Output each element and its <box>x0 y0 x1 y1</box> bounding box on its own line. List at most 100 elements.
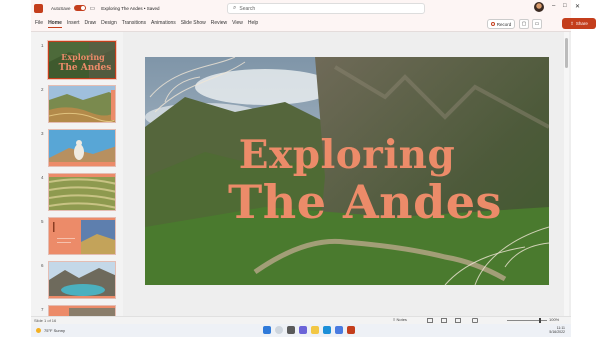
tab-view[interactable]: View <box>232 20 243 28</box>
chat-icon[interactable] <box>299 326 307 334</box>
slide-thumbnail-2[interactable] <box>48 85 116 123</box>
tab-animations[interactable]: Animations <box>151 20 176 28</box>
weather-widget[interactable]: 75°F Sunny <box>36 328 65 333</box>
user-avatar[interactable] <box>534 2 544 12</box>
slide-thumbnail-4[interactable] <box>48 173 116 211</box>
share-icon: ⇪ <box>570 20 574 26</box>
edge-icon[interactable] <box>323 326 331 334</box>
store-icon[interactable] <box>335 326 343 334</box>
slide-6-preview <box>49 262 115 298</box>
thumbnail-row: 3 <box>31 129 123 170</box>
thumbnail-row: 6 <box>31 261 123 302</box>
record-label: Record <box>496 21 512 27</box>
clock-date: 5/16/2022 <box>549 330 565 334</box>
slide-number: 6 <box>41 263 44 268</box>
share-button[interactable]: ⇪ Share <box>562 18 596 29</box>
slide-number: 3 <box>41 131 44 136</box>
normal-view-icon[interactable] <box>427 318 433 323</box>
thumbnail-row: 2 <box>31 85 123 126</box>
slide-thumbnail-pane[interactable]: 1 Exploring The Andes 2 3 4 5 6 7 <box>31 32 123 316</box>
tab-home[interactable]: Home <box>48 20 62 28</box>
tab-help[interactable]: Help <box>248 20 258 28</box>
slide-thumbnail-1[interactable]: Exploring The Andes <box>48 41 116 79</box>
save-icon[interactable]: ▭ <box>90 5 96 12</box>
tab-draw[interactable]: Draw <box>84 20 96 28</box>
taskbar-apps <box>263 326 359 334</box>
maximize-icon[interactable]: □ <box>563 3 567 9</box>
slide-number: 2 <box>41 87 44 92</box>
scrollbar-thumb[interactable] <box>565 38 568 68</box>
reading-view-icon[interactable] <box>455 318 461 323</box>
task-view-icon[interactable] <box>287 326 295 334</box>
slide-7-preview <box>49 306 115 316</box>
sun-icon <box>36 328 41 333</box>
zoom-slider[interactable] <box>507 320 547 321</box>
tab-review[interactable]: Review <box>211 20 227 28</box>
notes-label: Notes <box>396 317 407 322</box>
slide-sorter-icon[interactable] <box>441 318 447 323</box>
title-bar: AutoSave ▭ Exploring The Andes • Saved ⌕… <box>31 0 580 16</box>
slide-title-line1[interactable]: Exploring <box>145 132 549 178</box>
share-label: Share <box>575 21 588 26</box>
comment-icon: ▢ <box>521 21 527 27</box>
slide-1-preview: Exploring The Andes <box>49 42 115 78</box>
close-icon[interactable]: ✕ <box>575 3 580 10</box>
zoom-level[interactable]: 100% <box>549 317 559 322</box>
record-button[interactable]: Record <box>487 19 515 29</box>
slide-thumbnail-5[interactable] <box>48 217 116 255</box>
notes-icon: ≡ <box>393 317 396 322</box>
present-icon: ▭ <box>534 21 540 27</box>
tab-design[interactable]: Design <box>101 20 117 28</box>
thumbnail-row: 7 <box>31 305 123 316</box>
thumbnail-row: 4 <box>31 173 123 214</box>
present-button[interactable]: ▭ <box>532 19 542 29</box>
record-icon <box>490 22 495 26</box>
slide-5-preview <box>49 218 115 254</box>
slide-show-icon[interactable] <box>472 318 478 323</box>
search-icon: ⌕ <box>233 5 237 11</box>
slide-2-preview <box>49 86 115 122</box>
slide-thumbnail-7[interactable] <box>48 305 116 316</box>
notes-button[interactable]: ≡ Notes <box>393 317 407 322</box>
slide-canvas[interactable]: Exploring The Andes <box>145 57 549 285</box>
status-bar: Slide 1 of 16 ≡ Notes 100% <box>31 316 571 324</box>
start-icon[interactable] <box>263 326 271 334</box>
search-placeholder: Search <box>239 5 256 12</box>
slide-number: 7 <box>41 307 44 312</box>
minimize-icon[interactable]: – <box>552 3 555 9</box>
slide-thumbnail-3[interactable] <box>48 129 116 167</box>
thumbnail-row: 1 Exploring The Andes <box>31 41 123 82</box>
file-explorer-icon[interactable] <box>311 326 319 334</box>
slide-number: 1 <box>41 43 44 48</box>
weather-text: 75°F Sunny <box>44 328 65 333</box>
slide-count: Slide 1 of 16 <box>34 318 57 323</box>
zoom-slider-knob[interactable] <box>539 318 541 323</box>
slide-thumbnail-6[interactable] <box>48 261 116 299</box>
work-area: 1 Exploring The Andes 2 3 4 5 6 7 Explor… <box>31 32 571 316</box>
search-taskbar-icon[interactable] <box>275 326 283 334</box>
ribbon-tabs: File Home Insert Draw Design Transitions… <box>35 20 263 28</box>
powerpoint-taskbar-icon[interactable] <box>347 326 355 334</box>
autosave-toggle[interactable] <box>73 5 86 11</box>
tab-slide-show[interactable]: Slide Show <box>181 20 206 28</box>
tab-transitions[interactable]: Transitions <box>122 20 146 28</box>
thumb-title-line1: Exploring <box>61 52 105 62</box>
search-box[interactable]: ⌕ Search <box>227 3 425 14</box>
comments-button[interactable]: ▢ <box>519 19 529 29</box>
slide-3-preview <box>49 130 115 166</box>
document-title[interactable]: Exploring The Andes • Saved <box>101 6 159 11</box>
system-tray-clock[interactable]: 11:11 5/16/2022 <box>549 326 565 334</box>
slide-number: 4 <box>41 175 44 180</box>
windows-taskbar: 75°F Sunny 11:11 5/16/2022 <box>31 324 571 337</box>
thumbnail-row: 5 <box>31 217 123 258</box>
autosave-label: AutoSave <box>51 5 71 11</box>
powerpoint-logo-icon <box>34 3 43 13</box>
slide-4-preview <box>49 174 115 210</box>
tab-file[interactable]: File <box>35 20 43 28</box>
thumb-title-line2: The Andes <box>59 63 112 73</box>
slide-number: 5 <box>41 219 44 224</box>
ribbon: File Home Insert Draw Design Transitions… <box>31 16 596 32</box>
slide-title-line2[interactable]: The Andes <box>163 175 549 229</box>
tab-insert[interactable]: Insert <box>67 20 80 28</box>
vertical-scrollbar[interactable] <box>564 32 569 316</box>
